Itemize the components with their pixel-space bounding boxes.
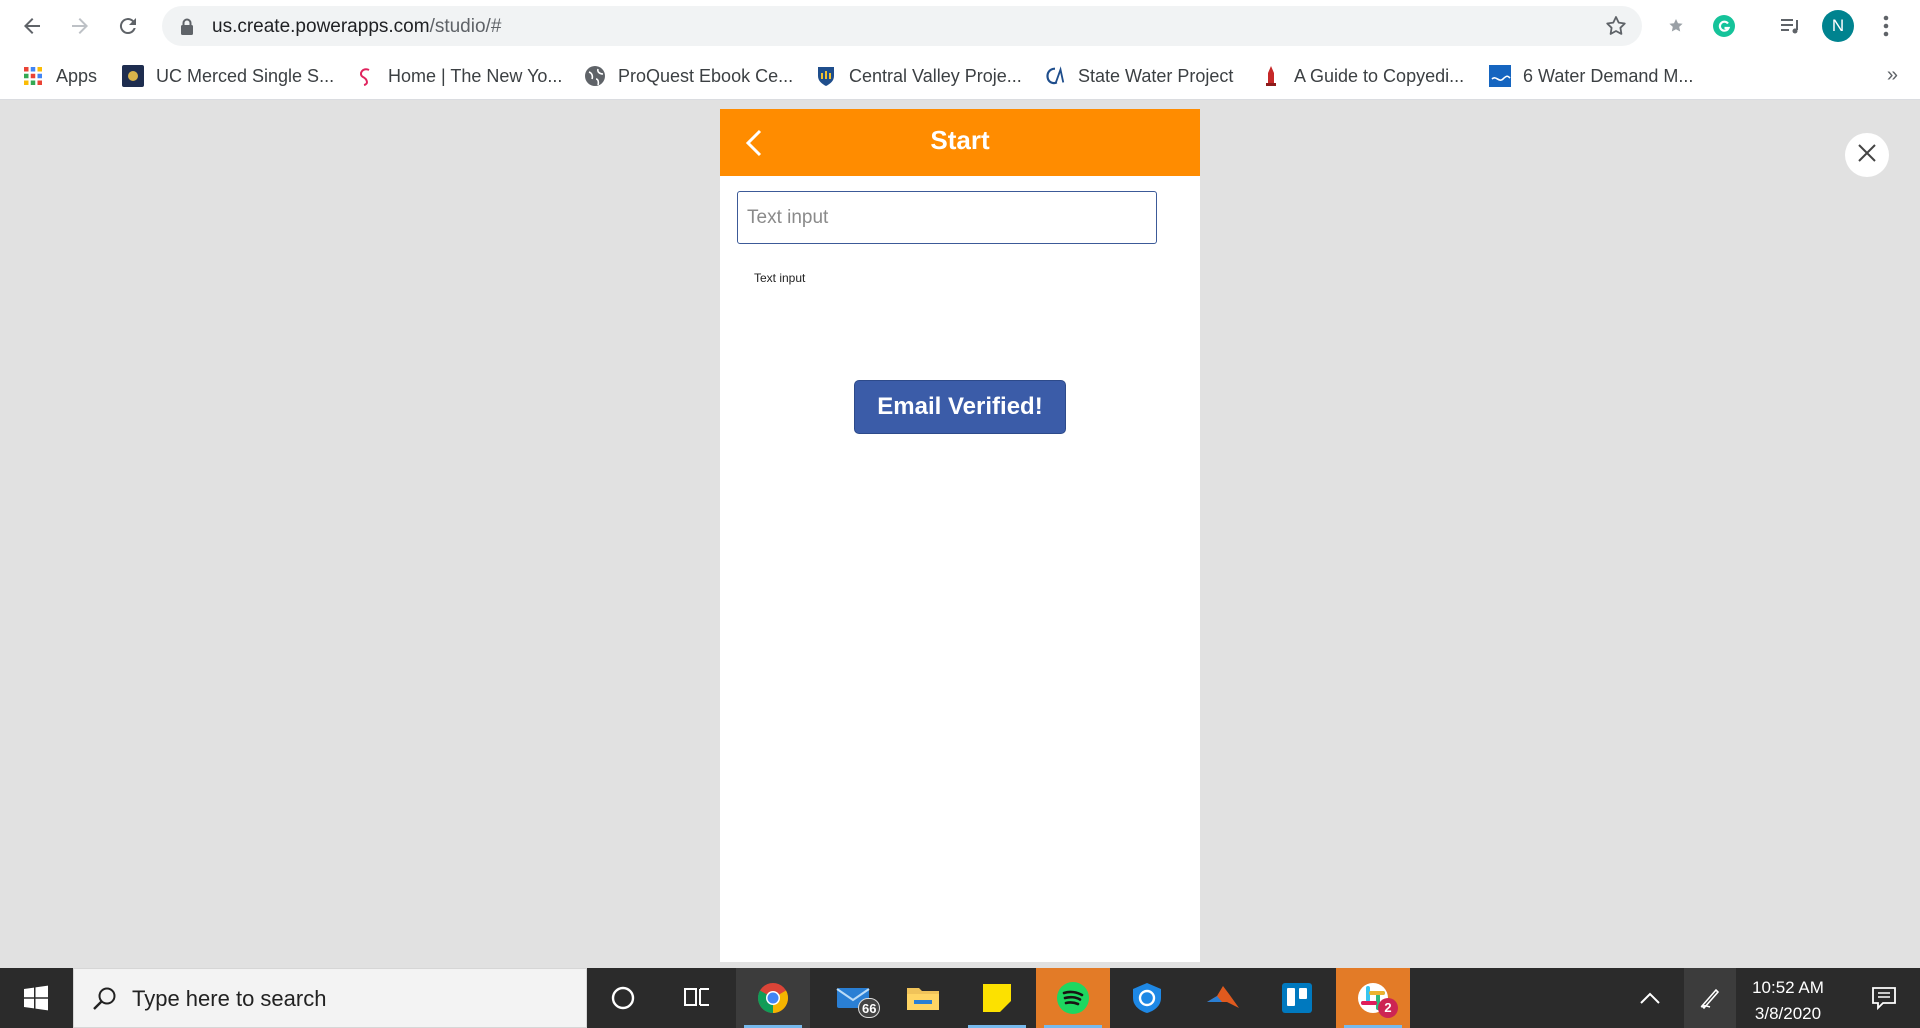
close-button[interactable] [1845, 133, 1889, 177]
extension-icon[interactable] [1658, 8, 1694, 44]
bookmark-star-icon[interactable] [1604, 14, 1628, 43]
reload-icon[interactable] [110, 8, 146, 44]
forward-arrow-icon[interactable] [62, 8, 98, 44]
bookmarks-overflow-button[interactable]: » [1887, 64, 1898, 87]
bookmark-label: State Water Project [1078, 65, 1234, 86]
bookmark-label: ProQuest Ebook Ce... [618, 65, 794, 86]
app-header: Start [720, 109, 1200, 176]
sticky-notes-icon[interactable] [960, 968, 1034, 1028]
taskbar-search-box[interactable]: Type here to search [73, 968, 587, 1028]
email-verified-button[interactable]: Email Verified! [854, 380, 1066, 434]
app-title: Start [930, 125, 990, 155]
menu-kebab-icon[interactable] [1868, 8, 1904, 44]
search-placeholder: Type here to search [132, 986, 327, 1011]
notification-center-icon[interactable] [1848, 968, 1920, 1028]
vpn-client-icon[interactable] [1110, 968, 1184, 1028]
apps-grid-icon [22, 65, 44, 87]
tower-icon [1260, 65, 1282, 87]
url-path: /studio/# [429, 16, 502, 37]
mail-icon[interactable]: 66 [816, 968, 890, 1028]
grammarly-icon[interactable] [1706, 8, 1742, 44]
search-icon [92, 986, 118, 1017]
spotify-icon[interactable] [1036, 968, 1110, 1028]
windows-start-icon[interactable] [0, 968, 72, 1028]
bookmark-label: UC Merced Single S... [156, 65, 335, 86]
pen-workspace-icon[interactable] [1684, 968, 1736, 1028]
text-input-label: Text input [754, 271, 806, 285]
bookmark-water-demand[interactable]: 6 Water Demand M... [1489, 62, 1693, 90]
bookmark-nytimes[interactable]: Home | The New Yo... [354, 62, 562, 90]
bookmark-label: Home | The New Yo... [388, 65, 563, 86]
chrome-icon[interactable] [736, 968, 810, 1028]
url-host: us.create.powerapps.com [212, 16, 430, 37]
taskbar: Type here to search 66 2 10:52 AM 3/8/20… [0, 968, 1920, 1028]
slack-notification-badge: 2 [1378, 998, 1398, 1018]
trello-icon[interactable] [1260, 968, 1334, 1028]
address-bar[interactable]: us.create.powerapps.com/studio/# [162, 6, 1642, 46]
bookmarks-bar: Apps UC Merced Single S... Home | The Ne… [0, 52, 1920, 100]
clock-time: 10:52 AM [1752, 978, 1824, 997]
matlab-icon[interactable] [1186, 968, 1260, 1028]
bookmark-label: Apps [56, 65, 98, 86]
media-queue-icon[interactable] [1772, 8, 1808, 44]
show-hidden-icons-chevron-icon[interactable] [1616, 968, 1684, 1028]
bookmark-label: A Guide to Copyedi... [1294, 65, 1465, 86]
bookmark-copyediting[interactable]: A Guide to Copyedi... [1260, 62, 1464, 90]
file-explorer-icon[interactable] [886, 968, 960, 1028]
bookmark-apps[interactable]: Apps [22, 62, 97, 90]
bookmark-central-valley[interactable]: Central Valley Proje... [815, 62, 1022, 90]
mail-unread-badge: 66 [858, 998, 881, 1018]
system-clock[interactable]: 10:52 AM 3/8/2020 [1738, 975, 1838, 1027]
url-text: us.create.powerapps.com/studio/# [212, 16, 501, 38]
ca-icon [1044, 65, 1066, 87]
lock-icon [180, 18, 194, 40]
bookmark-label: 6 Water Demand M... [1523, 65, 1694, 86]
bookmark-proquest[interactable]: ProQuest Ebook Ce... [584, 62, 793, 90]
close-icon [1856, 142, 1878, 169]
app-screen: Start Text input Email Verified! [720, 109, 1200, 962]
profile-avatar[interactable]: N [1820, 8, 1856, 44]
bookmark-label: Central Valley Proje... [849, 65, 1022, 86]
bookmark-uc-merced[interactable]: UC Merced Single S... [122, 62, 334, 90]
ucm-icon [122, 65, 144, 87]
usgs-icon [1489, 65, 1511, 87]
globe-icon [584, 65, 606, 87]
slack-icon[interactable]: 2 [1336, 968, 1410, 1028]
task-view-icon[interactable] [660, 968, 734, 1028]
clock-date: 3/8/2020 [1754, 1004, 1822, 1023]
text-input-field[interactable] [737, 191, 1157, 244]
back-arrow-icon[interactable] [14, 8, 50, 44]
swirl-icon [354, 65, 376, 87]
profile-initial: N [1822, 10, 1854, 42]
browser-toolbar: us.create.powerapps.com/studio/# N [0, 0, 1920, 52]
bookmark-state-water[interactable]: State Water Project [1044, 62, 1233, 90]
shield-icon [815, 65, 837, 87]
cortana-icon[interactable] [586, 968, 660, 1028]
